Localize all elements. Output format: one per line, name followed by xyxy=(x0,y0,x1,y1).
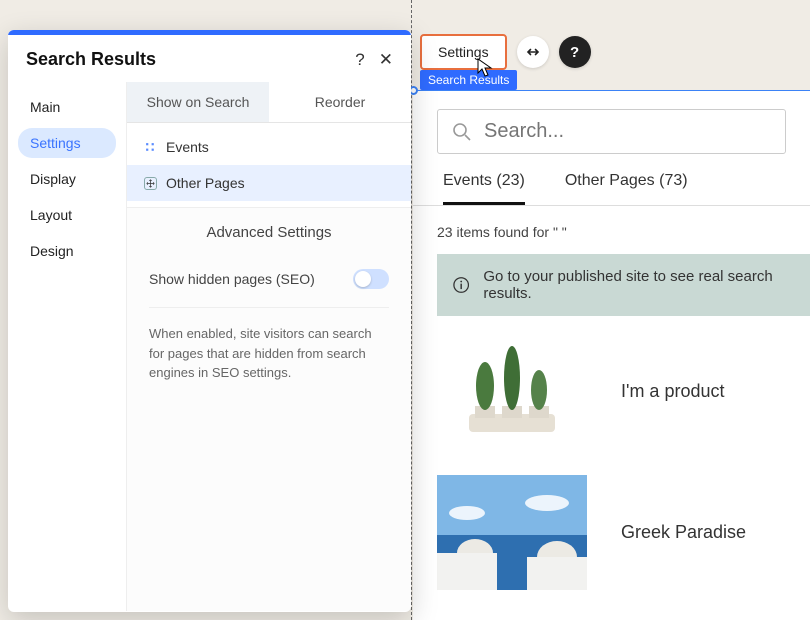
nav-layout[interactable]: Layout xyxy=(18,200,116,230)
info-banner: Go to your published site to see real se… xyxy=(437,254,810,316)
panel-side-nav: Main Settings Display Layout Design xyxy=(8,82,126,611)
advanced-settings-header: Advanced Settings xyxy=(127,207,411,257)
drag-handle-icon xyxy=(145,142,156,153)
stretch-icon xyxy=(525,45,541,59)
hidden-pages-label: Show hidden pages (SEO) xyxy=(149,271,315,287)
nav-display[interactable]: Display xyxy=(18,164,116,194)
reorder-item-label: Other Pages xyxy=(166,175,245,191)
reorder-item-events[interactable]: Events xyxy=(127,129,411,165)
cursor-icon xyxy=(477,58,493,78)
question-icon: ? xyxy=(570,44,579,61)
result-title: I'm a product xyxy=(621,381,724,402)
divider xyxy=(149,307,389,308)
nav-main[interactable]: Main xyxy=(18,92,116,122)
panel-header: Search Results ? ✕ xyxy=(8,35,411,82)
result-thumbnail xyxy=(437,334,587,449)
tab-reorder[interactable]: Reorder xyxy=(269,82,411,123)
preview-tab-other-pages[interactable]: Other Pages (73) xyxy=(565,172,688,205)
close-icon[interactable]: ✕ xyxy=(379,50,393,70)
settings-button[interactable]: Settings xyxy=(420,34,507,70)
hidden-pages-toggle[interactable] xyxy=(353,269,389,289)
reorder-item-label: Events xyxy=(166,139,209,155)
move-icon xyxy=(145,178,156,189)
info-banner-text: Go to your published site to see real se… xyxy=(483,268,794,302)
result-thumbnail xyxy=(437,475,587,590)
element-tag: Search Results xyxy=(420,70,517,90)
search-input[interactable] xyxy=(484,120,771,143)
santorini-image xyxy=(437,475,587,590)
reorder-item-other-pages[interactable]: Other Pages xyxy=(127,165,411,201)
panel-content: Show on Search Reorder Events Other Page… xyxy=(126,82,411,611)
panel-title: Search Results xyxy=(26,49,156,70)
hidden-pages-help-text: When enabled, site visitors can search f… xyxy=(127,314,411,393)
preview-tab-events[interactable]: Events (23) xyxy=(443,172,525,205)
search-icon xyxy=(452,122,472,142)
info-icon xyxy=(453,276,469,294)
cactus-image xyxy=(437,334,587,449)
result-title: Greek Paradise xyxy=(621,522,746,543)
search-result-item[interactable]: I'm a product xyxy=(437,334,786,449)
search-results-preview: Events (23) Other Pages (73) 23 items fo… xyxy=(413,91,810,620)
tab-show-on-search[interactable]: Show on Search xyxy=(127,82,269,123)
nav-settings[interactable]: Settings xyxy=(18,128,116,158)
stretch-button[interactable] xyxy=(517,36,549,68)
help-button[interactable]: ? xyxy=(559,36,591,68)
results-count-text: 23 items found for " " xyxy=(413,206,810,254)
settings-panel: Search Results ? ✕ Main Settings Display… xyxy=(8,30,411,612)
search-result-item[interactable]: Greek Paradise xyxy=(437,475,786,590)
search-bar[interactable] xyxy=(437,109,786,154)
nav-design[interactable]: Design xyxy=(18,236,116,266)
help-icon[interactable]: ? xyxy=(355,50,364,70)
element-context-toolbar: Settings ? xyxy=(420,34,591,70)
